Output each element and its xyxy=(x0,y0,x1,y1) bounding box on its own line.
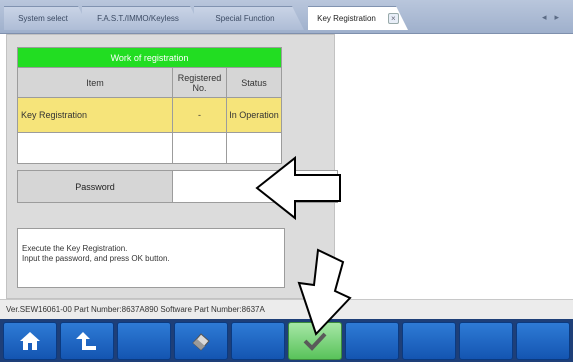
toolbar-button-empty[interactable] xyxy=(459,322,513,360)
tab-key-registration[interactable]: Key Registration × xyxy=(308,6,408,30)
tab-strip: System select F.A.S.T./IMMO/Keyless Spec… xyxy=(0,0,573,34)
back-icon xyxy=(76,332,96,350)
chevron-left-icon[interactable]: ◂ xyxy=(542,12,555,22)
password-row: Password xyxy=(17,170,338,203)
cell-registered-no xyxy=(172,132,227,164)
cell-item: Key Registration xyxy=(17,97,173,133)
eraser-icon xyxy=(192,333,210,351)
tab-scroll-arrows: ◂▸ xyxy=(542,12,567,23)
message-line: Input the password, and press OK button. xyxy=(22,254,170,263)
toolbar-button-empty[interactable] xyxy=(516,322,570,360)
password-input[interactable] xyxy=(173,171,337,202)
table-row xyxy=(17,132,282,164)
column-header-registered-no: Registered No. xyxy=(172,67,227,98)
toolbar-button-empty[interactable] xyxy=(402,322,456,360)
toolbar-button-empty[interactable] xyxy=(345,322,399,360)
cell-status: In Operation xyxy=(226,97,282,133)
tab-label: Key Registration xyxy=(317,13,376,23)
tab-system-select[interactable]: System select xyxy=(4,6,90,30)
toolbar-button-empty[interactable] xyxy=(117,322,171,360)
cell-item xyxy=(17,132,173,164)
ok-check-icon xyxy=(303,332,327,351)
work-of-registration-table: Work of registration Item Registered No.… xyxy=(17,47,282,164)
tab-label: F.A.S.T./IMMO/Keyless xyxy=(97,13,179,23)
message-line: Execute the Key Registration. xyxy=(22,244,128,253)
toolbar-button-empty[interactable] xyxy=(231,322,285,360)
home-icon xyxy=(20,332,40,350)
instruction-message: Execute the Key Registration. Input the … xyxy=(17,228,285,288)
chevron-right-icon[interactable]: ▸ xyxy=(554,12,567,22)
tab-label: Special Function xyxy=(215,13,275,23)
tab-label: System select xyxy=(18,13,68,23)
column-header-status: Status xyxy=(226,67,282,98)
bottom-toolbar xyxy=(0,319,573,362)
registration-panel: Work of registration Item Registered No.… xyxy=(6,34,338,299)
close-tab-icon[interactable]: × xyxy=(387,12,399,24)
column-header-item: Item xyxy=(17,67,173,98)
table-row: Key Registration - In Operation xyxy=(17,97,282,133)
back-button[interactable] xyxy=(60,322,114,360)
tab-fast-immo-keyless[interactable]: F.A.S.T./IMMO/Keyless xyxy=(82,6,202,30)
tab-special-function[interactable]: Special Function xyxy=(194,6,304,30)
status-bar: Ver.SEW16061-00 Part Number:8637A890 Sof… xyxy=(0,299,573,319)
clear-button[interactable] xyxy=(174,322,228,360)
table-title: Work of registration xyxy=(17,47,282,68)
password-label: Password xyxy=(18,171,173,202)
home-button[interactable] xyxy=(3,322,57,360)
ok-button[interactable] xyxy=(288,322,342,360)
cell-status xyxy=(226,132,282,164)
cell-registered-no: - xyxy=(172,97,227,133)
